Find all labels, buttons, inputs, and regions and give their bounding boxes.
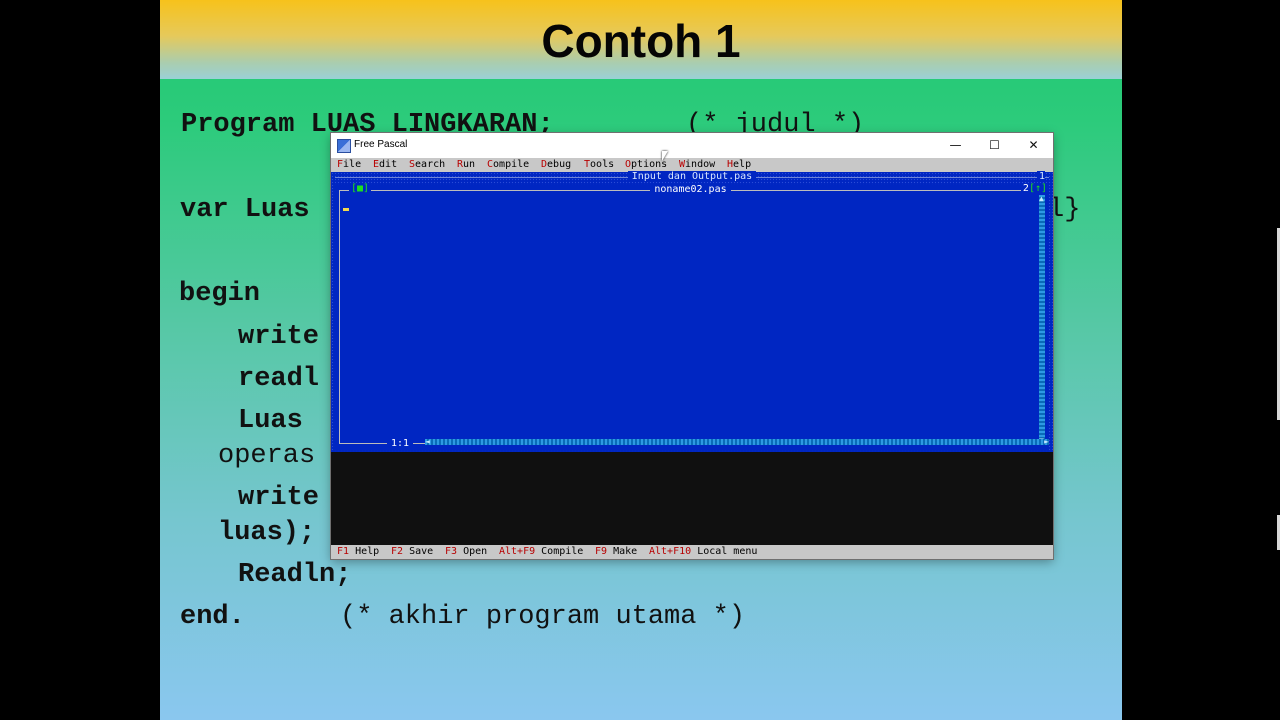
console-area	[331, 452, 1053, 545]
scroll-up-arrow-icon[interactable]: ▲	[1039, 195, 1044, 203]
menu-file[interactable]: File	[337, 159, 361, 171]
ide-desktop: Input dan Output.pas 1 noname02.pas [■] …	[331, 171, 1053, 452]
status-local-menu[interactable]: Alt+F10 Local menu	[649, 546, 757, 558]
code-luas-close: luas);	[218, 518, 316, 548]
back-editor-title[interactable]: Input dan Output.pas	[331, 171, 1053, 182]
code-luas-assign: Luas	[238, 406, 303, 436]
scroll-right-arrow-icon[interactable]: ►	[1044, 438, 1049, 446]
code-begin: begin	[179, 279, 261, 309]
status-save[interactable]: F2 Save	[391, 546, 433, 558]
menu-help[interactable]: Help	[727, 159, 751, 171]
menu-run[interactable]: Run	[457, 159, 475, 171]
code-write-2: write	[238, 483, 320, 513]
slide-title: Contoh 1	[541, 15, 741, 67]
editor-window[interactable]: noname02.pas [■] 2[↑] ▲ ▼ ◄ ► 1:1	[335, 183, 1049, 450]
code-var: var Luas	[180, 195, 310, 225]
scroll-left-arrow-icon[interactable]: ◄	[425, 438, 430, 446]
screen-right-margin	[1122, 0, 1280, 720]
minimize-button[interactable]: —	[936, 133, 975, 158]
status-make[interactable]: F9 Make	[595, 546, 637, 558]
window-title: Free Pascal	[354, 139, 408, 150]
menu-edit[interactable]: Edit	[373, 159, 397, 171]
cursor-position: 1:1	[387, 438, 414, 450]
code-readln-1: readl	[238, 364, 320, 394]
editor-zoom-box[interactable]: [↑]	[1029, 183, 1047, 194]
horizontal-scrollbar[interactable]: ◄ ►	[425, 438, 1049, 446]
editor-close-box[interactable]: [■]	[349, 183, 372, 195]
status-bar: F1 Help F2 Save F3 Open Alt+F9 Compile F…	[331, 545, 1053, 559]
window-titlebar[interactable]: Free Pascal — ☐ ✕	[331, 133, 1053, 158]
code-write-1: write	[238, 322, 320, 352]
status-open[interactable]: F3 Open	[445, 546, 487, 558]
menu-debug[interactable]: Debug	[541, 159, 571, 171]
menu-options[interactable]: Options	[625, 159, 667, 171]
code-operas: operas	[218, 441, 316, 471]
close-button[interactable]: ✕	[1014, 133, 1053, 158]
menu-search[interactable]: Search	[409, 159, 445, 171]
menu-tools[interactable]: Tools	[584, 159, 614, 171]
code-readln-2: Readln;	[238, 560, 352, 590]
editor-title: noname02.pas	[340, 184, 1041, 195]
status-help[interactable]: F1 Help	[337, 546, 379, 558]
status-compile[interactable]: Alt+F9 Compile	[499, 546, 583, 558]
code-end: end.	[180, 602, 245, 632]
mouse-pointer-icon	[662, 151, 668, 161]
menu-window[interactable]: Window	[679, 159, 715, 171]
editor-frame: noname02.pas	[339, 184, 1041, 444]
menu-compile[interactable]: Compile	[487, 159, 529, 171]
vertical-scrollbar[interactable]: ▲ ▼	[1039, 195, 1045, 445]
text-cursor	[343, 208, 349, 211]
back-editor-number: 1	[1036, 171, 1045, 182]
menu-bar: File Edit Search Run Compile Debug Tools…	[331, 158, 1053, 172]
maximize-button[interactable]: ☐	[975, 133, 1014, 158]
free-pascal-app-icon	[337, 139, 351, 153]
free-pascal-window[interactable]: Free Pascal — ☐ ✕ File Edit Search Run C…	[331, 133, 1053, 559]
code-end-comment: (* akhir program utama *)	[340, 602, 746, 632]
